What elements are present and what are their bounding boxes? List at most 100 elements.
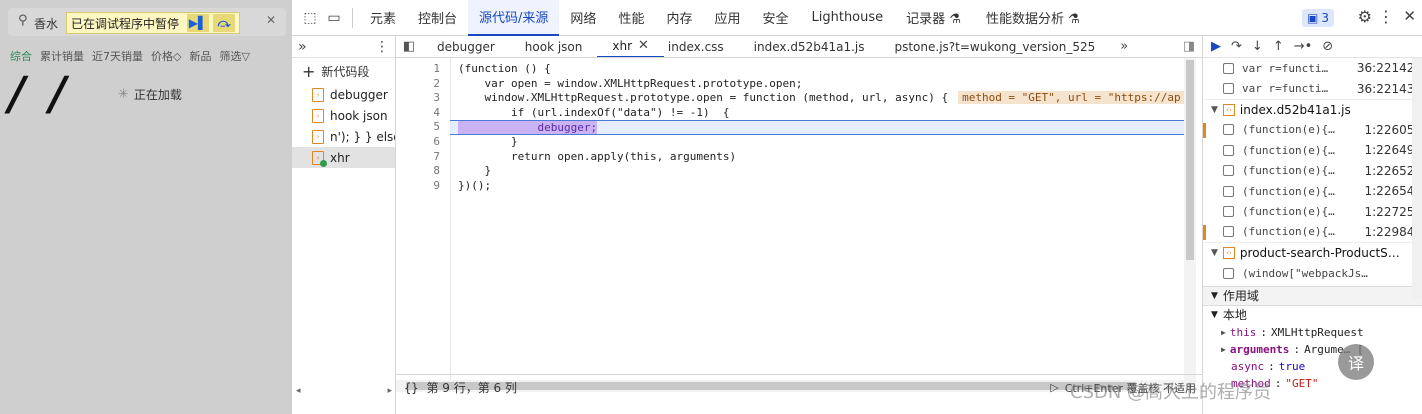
line-number[interactable]: 7 <box>396 150 440 165</box>
tab-network[interactable]: 网络 <box>559 0 607 36</box>
breakpoint-checkbox[interactable] <box>1223 267 1234 279</box>
editor-tab[interactable]: pstone.js?t=wukong_version_525 <box>879 36 1110 57</box>
line-number[interactable]: 8 <box>396 164 440 179</box>
issues-badge[interactable]: ▣ 3 <box>1302 9 1334 27</box>
snippet-item-else[interactable]: › n'); } } else i <box>292 126 395 147</box>
close-devtools-icon[interactable]: ✕ <box>1403 7 1416 25</box>
category-tab[interactable]: 综合 <box>10 48 32 68</box>
deactivate-breakpoints-icon[interactable]: ⊘ <box>1322 39 1333 54</box>
step-icon[interactable]: →• <box>1294 39 1313 54</box>
translate-icon[interactable]: 译 <box>1338 344 1374 380</box>
more-tabs-icon[interactable]: » <box>1110 39 1138 54</box>
breakpoint-item[interactable]: (function(e){… 1:229841 <box>1203 222 1422 242</box>
line-number[interactable]: 4 <box>396 106 440 121</box>
navigator-scrollbar[interactable]: ◂ ▸ <box>292 386 396 398</box>
breakpoint-item[interactable]: var r=functi… 36:221434 <box>1203 78 1422 98</box>
breakpoint-checkbox[interactable] <box>1223 83 1234 95</box>
snippet-item-xhr[interactable]: › xhr <box>292 147 395 168</box>
navigator-header: » ⋮ <box>292 36 395 58</box>
tab-elements[interactable]: 元素 <box>359 0 407 36</box>
breakpoint-checkbox[interactable] <box>1223 144 1234 156</box>
breakpoint-checkbox[interactable] <box>1223 124 1234 136</box>
breakpoint-code: var r=functi… <box>1242 82 1329 96</box>
editor-tab[interactable]: index.css <box>664 36 739 57</box>
breakpoint-item[interactable]: (window["webpackJs… <box>1203 263 1422 283</box>
expand-triangle-icon[interactable]: ▼ <box>1211 248 1218 258</box>
breakpoint-checkbox[interactable] <box>1223 185 1234 197</box>
clear-icon[interactable]: ✕ <box>266 13 276 27</box>
tab-application[interactable]: 应用 <box>703 0 751 36</box>
step-out-icon[interactable]: ↑ <box>1273 39 1284 54</box>
toggle-debugger-icon[interactable]: ◨ <box>1176 39 1202 54</box>
line-number[interactable]: 5 <box>396 120 440 135</box>
breakpoint-item[interactable]: (function(e){… 1:227256 <box>1203 201 1422 221</box>
scroll-thumb[interactable] <box>1186 60 1194 260</box>
breakpoint-item[interactable]: var r=functi… 36:221429 <box>1203 58 1422 78</box>
breakpoint-checkbox[interactable] <box>1223 62 1234 74</box>
category-tab[interactable]: 筛选▽ <box>219 48 249 68</box>
settings-gear-icon[interactable]: ⚙ <box>1358 7 1372 26</box>
tab-recorder[interactable]: 记录器 ⚗ <box>895 0 972 36</box>
more-options-icon[interactable]: ⋮ <box>1378 7 1394 26</box>
expand-triangle-icon[interactable]: ▼ <box>1211 105 1218 115</box>
scope-variable[interactable]: async: true <box>1203 358 1422 375</box>
breakpoint-item[interactable]: (function(e){… 1:226528 <box>1203 161 1422 181</box>
inspect-element-icon[interactable]: ⬚ <box>298 6 322 30</box>
scope-local-group[interactable]: ▼ 本地 <box>1203 306 1422 324</box>
category-tab[interactable]: 价格◇ <box>151 48 181 68</box>
editor-vertical-scrollbar[interactable] <box>1184 58 1196 388</box>
breakpoint-checkbox[interactable] <box>1223 165 1234 177</box>
devtools-tabs: 元素 控制台 源代码/来源 网络 性能 内存 应用 安全 Lighthouse … <box>359 0 1094 36</box>
device-toolbar-icon[interactable]: ▭ <box>322 6 346 30</box>
scope-section-header[interactable]: ▼ 作用域 <box>1203 285 1422 306</box>
tab-lighthouse[interactable]: Lighthouse <box>800 0 896 36</box>
step-over-button[interactable]: ⤼ <box>213 14 236 32</box>
snippets-navigator: » ⋮ + 新代码段 › debugger › hook json › n');… <box>292 36 396 414</box>
run-snippet-icon[interactable]: ▷ <box>1050 381 1058 394</box>
editor-tab-active[interactable]: xhr ✕ <box>597 36 664 57</box>
resume-icon[interactable]: ▶ <box>1211 39 1221 54</box>
devtools-toolbar: ⬚ ▭ 元素 控制台 源代码/来源 网络 性能 内存 应用 安全 Lightho… <box>292 0 1422 36</box>
editor-tab[interactable]: index.d52b41a1.js <box>739 36 880 57</box>
tab-console[interactable]: 控制台 <box>407 0 468 36</box>
tab-performance[interactable]: 性能 <box>607 0 655 36</box>
line-number[interactable]: 3 <box>396 91 440 106</box>
toggle-navigator-icon[interactable]: ◧ <box>396 39 422 54</box>
step-over-icon[interactable]: ↷ <box>1231 39 1242 54</box>
snippet-item-hook-json[interactable]: › hook json <box>292 105 395 126</box>
code-area[interactable]: 1 2 3 4 5 6 7 8 9 (function () { var ope… <box>396 58 1196 392</box>
code-line: var open = window.XMLHttpRequest.prototy… <box>458 76 803 90</box>
tab-security[interactable]: 安全 <box>751 0 799 36</box>
close-tab-icon[interactable]: ✕ <box>638 38 649 53</box>
scope-variable[interactable]: ▶ arguments: Argume… [ <box>1203 341 1422 358</box>
breakpoint-file-group[interactable]: ▼ ‹› index.d52b41a1.js <box>1203 98 1422 120</box>
more-tabs-icon[interactable]: » <box>298 39 307 55</box>
line-number[interactable]: 6 <box>396 135 440 150</box>
step-into-icon[interactable]: ↓ <box>1252 39 1263 54</box>
breakpoint-file-name: product-search-ProductS… <box>1239 246 1400 261</box>
breakpoint-checkbox[interactable] <box>1223 206 1234 218</box>
category-tab[interactable]: 近7天销量 <box>92 48 143 68</box>
tab-performance-insights[interactable]: 性能数据分析 ⚗ <box>972 0 1094 36</box>
line-number[interactable]: 2 <box>396 77 440 92</box>
category-tab[interactable]: 累计销量 <box>40 48 84 68</box>
new-snippet-button[interactable]: + 新代码段 <box>292 58 395 84</box>
navigator-menu-icon[interactable]: ⋮ <box>375 39 389 55</box>
pretty-print-icon[interactable]: {} <box>404 381 418 395</box>
sidebar-scrollbar[interactable] <box>1412 58 1422 298</box>
breakpoint-checkbox[interactable] <box>1223 226 1234 238</box>
breakpoint-item[interactable]: (function(e){… 1:226496 <box>1203 140 1422 160</box>
breakpoint-file-group[interactable]: ▼ ‹› product-search-ProductS… <box>1203 242 1422 263</box>
tab-sources[interactable]: 源代码/来源 <box>468 0 560 36</box>
resume-button[interactable]: ▶▌ <box>187 14 210 32</box>
scope-variable[interactable]: ▶ this: XMLHttpRequest <box>1203 324 1422 341</box>
line-number[interactable]: 9 <box>396 179 440 194</box>
tab-memory[interactable]: 内存 <box>655 0 703 36</box>
line-number[interactable]: 1 <box>396 62 440 77</box>
breakpoint-item[interactable]: (function(e){… 1:226055 <box>1203 120 1422 140</box>
category-tab[interactable]: 新品 <box>189 48 211 68</box>
breakpoint-item[interactable]: (function(e){… 1:226540 <box>1203 181 1422 201</box>
snippet-item-debugger[interactable]: › debugger <box>292 84 395 105</box>
editor-tab[interactable]: debugger <box>422 36 510 57</box>
editor-tab[interactable]: hook json <box>510 36 598 57</box>
